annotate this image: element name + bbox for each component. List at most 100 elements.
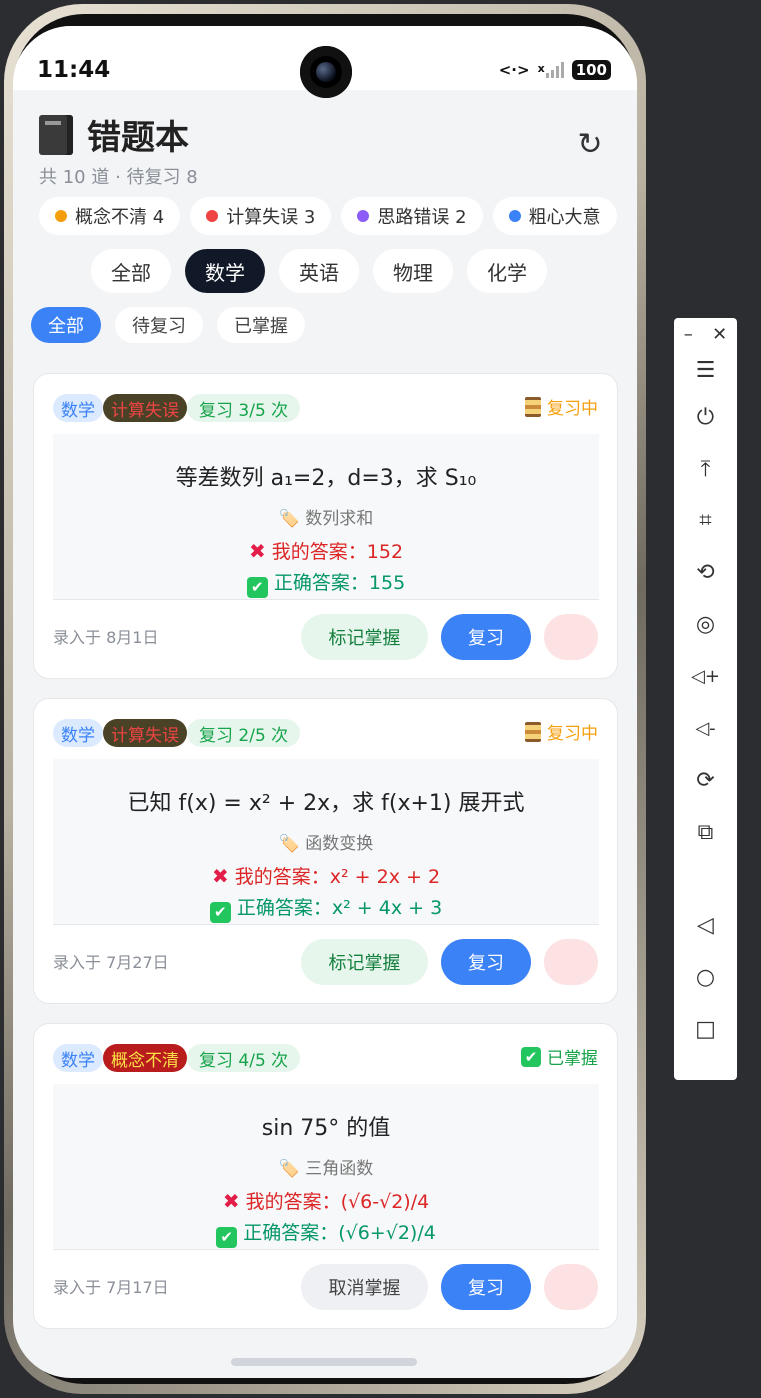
entry-date: 录入于 7月27日 [53,953,169,972]
mistake-card: 数学 概念不清 复习 4/5 次 ✔ 已掌握 sin 75° 的值 🏷️ 三角函… [33,1023,618,1329]
review-count-tag: 复习 3/5 次 [187,394,301,422]
unmark-mastered-button[interactable]: 取消掌握 [301,1264,428,1310]
network-icon: <·> [498,61,530,79]
category-chips: 概念不清 4 计算失误 3 思路错误 2 粗心大意 [39,197,617,235]
error-type-tag: 计算失误 [103,394,187,422]
check-icon: ✔ [216,1227,238,1248]
status-badge: ✔ 已掌握 [521,1044,598,1069]
check-icon: ✔ [521,1046,541,1067]
hourglass-icon [525,396,541,417]
cross-icon: ✖ [211,864,229,888]
hourglass-icon [525,721,541,742]
multi-window-icon[interactable]: ⧉ [674,820,737,846]
emulator-toolbar: – ✕ ☰ ⏻ ⤒ ⌗ ⟲ ◎ ◁+ ◁- ⟳ ⧉ ◁ ○ □ [674,318,737,1080]
correct-answer: ✔ 正确答案：x² + 4x + 3 [53,893,599,923]
knowledge-tag: 🏷️ 数列求和 [278,509,374,529]
status-time: 11:44 [37,57,111,83]
subject-tabs: 全部 数学 英语 物理 化学 [91,249,547,293]
mark-mastered-button[interactable]: 标记掌握 [301,939,428,985]
category-dot-icon [55,210,67,222]
mistake-card: 数学 计算失误 复习 2/5 次 复习中 已知 f(x) = x² + 2x，求… [33,698,618,1004]
menu-icon[interactable]: ☰ [674,358,737,384]
correct-answer: ✔ 正确答案：(√6+√2)/4 [53,1218,599,1248]
knowledge-tag: 🏷️ 三角函数 [278,1159,374,1179]
pin-top-icon[interactable]: ⤒ [674,457,737,483]
my-answer: ✖ 我的答案：(√6-√2)/4 [222,1189,430,1213]
delete-button[interactable] [544,1264,598,1310]
correct-answer: ✔ 正确答案：155 [53,568,599,598]
tab-all[interactable]: 全部 [91,249,171,293]
question-panel: 已知 f(x) = x² + 2x，求 f(x+1) 展开式 🏷️ 函数变换 ✖… [53,759,599,925]
my-answer: ✖ 我的答案：x² + 2x + 2 [211,864,441,888]
recents-icon[interactable]: □ [674,1017,737,1043]
category-chip[interactable]: 计算失误 3 [190,197,332,235]
filter-mastered[interactable]: 已掌握 [217,307,305,343]
home-icon[interactable]: ○ [674,965,737,991]
check-icon: ✔ [246,577,268,598]
status-badge: 复习中 [525,394,598,419]
signal-icon: x [538,62,564,78]
status-filter: 全部 待复习 已掌握 [31,307,305,343]
review-button[interactable]: 复习 [441,1264,531,1310]
subject-tag: 数学 [53,394,103,422]
review-button[interactable]: 复习 [441,614,531,660]
phone-screen: 11:44 <·> x 100 错题本 共 10 道 · 待复习 8 ↻ 概念不… [13,26,637,1378]
rotate-device-icon[interactable]: ⟳ [674,768,737,794]
review-count-tag: 复习 2/5 次 [187,719,301,747]
entry-date: 录入于 8月1日 [53,628,159,647]
header: 错题本 共 10 道 · 待复习 8 [39,110,198,189]
check-icon: ✔ [209,902,231,923]
notebook-icon [39,114,73,155]
status-icons: <·> x 100 [499,60,611,80]
location-icon[interactable]: ◎ [674,612,737,638]
mistake-card: 数学 计算失误 复习 3/5 次 复习中 等差数列 a₁=2，d=3，求 S₁₀… [33,373,618,679]
my-answer: ✖ 我的答案：152 [248,539,404,563]
question-text: 等差数列 a₁=2，d=3，求 S₁₀ [175,466,477,491]
question-panel: 等差数列 a₁=2，d=3，求 S₁₀ 🏷️ 数列求和 ✖ 我的答案：152 ✔… [53,434,599,600]
crop-icon[interactable]: ⌗ [674,508,737,534]
cross-icon: ✖ [248,539,266,563]
tab-chemistry[interactable]: 化学 [467,249,547,293]
status-badge: 复习中 [525,719,598,744]
category-dot-icon [206,210,219,222]
delete-button[interactable] [544,939,598,985]
page-subtitle: 共 10 道 · 待复习 8 [39,167,198,188]
home-indicator[interactable] [231,1358,417,1366]
error-type-tag: 计算失误 [103,719,187,747]
volume-down-icon[interactable]: ◁- [674,716,737,742]
tab-english[interactable]: 英语 [279,249,359,293]
error-type-tag: 概念不清 [103,1044,187,1072]
entry-date: 录入于 7月17日 [53,1278,169,1297]
category-chip[interactable]: 概念不清 4 [39,197,181,235]
volume-up-icon[interactable]: ◁+ [674,664,737,690]
delete-button[interactable] [544,614,598,660]
page-title: 错题本 [87,118,189,158]
review-count-tag: 复习 4/5 次 [187,1044,301,1072]
filter-pending[interactable]: 待复习 [115,307,203,343]
cross-icon: ✖ [222,1189,240,1213]
question-text: sin 75° 的值 [261,1116,391,1141]
filter-all[interactable]: 全部 [31,307,101,343]
minimize-icon[interactable]: – [684,324,693,345]
back-icon[interactable]: ◁ [674,913,737,939]
power-icon[interactable]: ⏻ [674,405,737,431]
mark-mastered-button[interactable]: 标记掌握 [301,614,428,660]
category-dot-icon [508,210,521,222]
category-chip[interactable]: 粗心大意 [492,197,617,235]
review-button[interactable]: 复习 [441,939,531,985]
status-bar: 11:44 <·> x 100 [13,26,637,98]
tab-physics[interactable]: 物理 [373,249,453,293]
refresh-icon[interactable]: ↻ [573,128,607,162]
tab-math[interactable]: 数学 [185,249,265,293]
subject-tag: 数学 [53,719,103,747]
category-dot-icon [357,210,370,222]
knowledge-tag: 🏷️ 函数变换 [278,834,374,854]
question-panel: sin 75° 的值 🏷️ 三角函数 ✖ 我的答案：(√6-√2)/4 ✔ 正确… [53,1084,599,1250]
question-text: 已知 f(x) = x² + 2x，求 f(x+1) 展开式 [127,791,525,816]
subject-tag: 数学 [53,1044,103,1072]
rotate-icon[interactable]: ⟲ [674,560,737,586]
app-content: 错题本 共 10 道 · 待复习 8 ↻ 概念不清 4 计算失误 3 思路错误 … [13,90,637,1378]
battery-icon: 100 [571,60,611,80]
close-icon[interactable]: ✕ [712,324,727,345]
category-chip[interactable]: 思路错误 2 [341,197,483,235]
